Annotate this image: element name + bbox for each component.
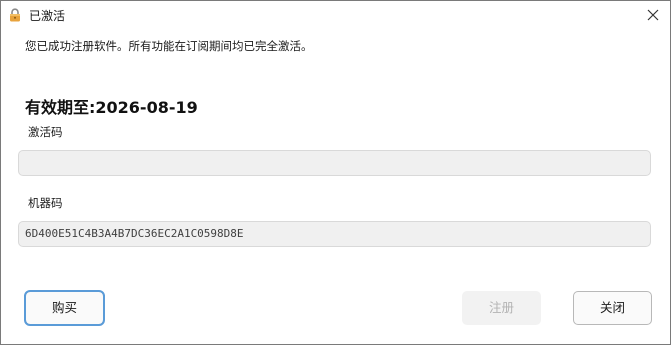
expiry-date: 有效期至:2026-08-19 [25,98,198,117]
close-icon[interactable] [646,8,660,22]
title-bar: 已激活 [1,1,670,31]
buy-button[interactable]: 购买 [24,290,105,326]
lock-icon [10,8,20,22]
machine-code-field[interactable]: 6D400E51C4B3A4B7DC36EC2A1C0598D8E [18,221,651,247]
window-title: 已激活 [29,9,66,23]
machine-code-label: 机器码 [28,196,63,210]
activation-code-field[interactable] [18,150,651,176]
register-button[interactable]: 注册 [462,291,541,325]
close-button[interactable]: 关闭 [573,291,652,325]
activation-dialog: 已激活 您已成功注册软件。所有功能在订阅期间均已完全激活。 有效期至:2026-… [0,0,671,345]
activation-message: 您已成功注册软件。所有功能在订阅期间均已完全激活。 [25,39,313,53]
activation-code-label: 激活码 [28,125,63,139]
